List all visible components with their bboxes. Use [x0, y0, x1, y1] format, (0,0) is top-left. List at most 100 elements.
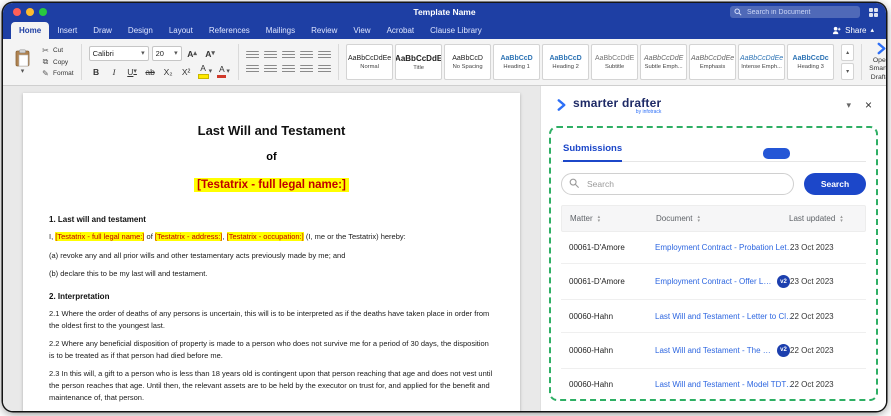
- style-subtitle[interactable]: AaBbCcDdESubtitle: [591, 44, 638, 80]
- sort-icon[interactable]: ▴▾: [598, 215, 601, 223]
- outdent-icon[interactable]: [300, 51, 313, 60]
- multilevel-list-icon[interactable]: [282, 51, 295, 60]
- date-cell: 23 Oct 2023: [790, 277, 858, 286]
- tab-draw[interactable]: Draw: [85, 22, 120, 39]
- document-page[interactable]: Last Will and Testament of [Testatrix - …: [23, 93, 520, 411]
- font-group: Calibri▾ 20▾ A▴ A▾ B I U▾ ab X₂ X² A▾ A▾: [89, 46, 232, 78]
- gallery-down-button[interactable]: ▾: [841, 63, 854, 80]
- date-cell: 23 Oct 2023: [790, 243, 858, 252]
- underline-button[interactable]: U▾: [125, 65, 140, 78]
- table-row[interactable]: 00060-Hahn Last Will and Testament - Mod…: [561, 369, 866, 400]
- tab-references[interactable]: References: [201, 22, 258, 39]
- copy-button[interactable]: ⧉Copy: [41, 57, 74, 67]
- version-badge: v2: [777, 275, 790, 288]
- sort-icon[interactable]: ▴▾: [697, 215, 700, 223]
- align-right-icon[interactable]: [282, 65, 295, 74]
- tab-submissions[interactable]: Submissions: [563, 143, 622, 162]
- style-heading2[interactable]: AaBbCcDHeading 2: [542, 44, 589, 80]
- tab-view[interactable]: View: [345, 22, 378, 39]
- style-title[interactable]: AaBbCcDdETitle: [395, 44, 442, 80]
- indent-icon[interactable]: [318, 51, 331, 60]
- tab-review[interactable]: Review: [303, 22, 345, 39]
- style-no-spacing[interactable]: AaBbCcDNo Spacing: [444, 44, 491, 80]
- tab-home[interactable]: Home: [11, 22, 49, 39]
- smarter-drafter-panel: smarter drafter by infotrack ▾ × Submiss…: [540, 86, 886, 411]
- share-collapse-icon: ▴: [870, 27, 874, 34]
- tab-insert[interactable]: Insert: [49, 22, 85, 39]
- superscript-button[interactable]: X²: [179, 65, 194, 78]
- panel-close-icon[interactable]: ×: [865, 98, 872, 112]
- highlight-color-button[interactable]: A▾: [197, 65, 214, 78]
- tab-clause-library[interactable]: Clause Library: [422, 22, 490, 39]
- style-heading3[interactable]: AaBbCcDcHeading 3: [787, 44, 834, 80]
- brand-tagline: by infotrack: [573, 109, 661, 115]
- matter-cell: 00061-D'Amore: [569, 243, 655, 252]
- italic-button[interactable]: I: [107, 65, 122, 78]
- tab-mailings[interactable]: Mailings: [258, 22, 303, 39]
- style-normal[interactable]: AaBbCcDdEeNormal: [346, 44, 393, 80]
- gallery-up-button[interactable]: ▴: [841, 44, 854, 61]
- bullets-icon[interactable]: [246, 51, 259, 60]
- tab-design[interactable]: Design: [120, 22, 161, 39]
- document-search-input[interactable]: [745, 8, 856, 17]
- document-link[interactable]: Last Will and Testament - Model TDT Term…: [655, 380, 795, 389]
- ribbon-divider: [861, 44, 862, 80]
- submissions-search-box[interactable]: [561, 173, 794, 195]
- brush-icon: ✎: [41, 69, 50, 78]
- font-size-select[interactable]: 20▾: [152, 46, 182, 61]
- table-row[interactable]: 00060-Hahn Last Will and Testament - Let…: [561, 300, 866, 332]
- doc-title-of: of: [49, 151, 494, 163]
- doc-heading-1: 1. Last will and testament: [49, 215, 494, 224]
- brand-name: smarter drafter: [573, 96, 661, 110]
- strikethrough-button[interactable]: ab: [143, 65, 158, 78]
- line-spacing-icon[interactable]: [318, 65, 331, 74]
- style-subtle-emphasis[interactable]: AaBbCcDdESubtle Emph...: [640, 44, 687, 80]
- paragraph-group: [246, 51, 331, 74]
- justify-icon[interactable]: [300, 65, 313, 74]
- style-emphasis[interactable]: AaBbCcDdEeEmphasis: [689, 44, 736, 80]
- shrink-font-button[interactable]: A▾: [203, 47, 218, 60]
- font-family-select[interactable]: Calibri▾: [89, 46, 149, 61]
- header-matter[interactable]: Matter▴▾: [570, 214, 656, 223]
- style-heading1[interactable]: AaBbCcDHeading 1: [493, 44, 540, 80]
- font-color-button[interactable]: A▾: [216, 65, 231, 78]
- matter-cell: 00061-D'Amore: [569, 277, 655, 286]
- doc-paragraph-24: 2.4 Income produced by any gift after my…: [49, 410, 494, 411]
- subscript-button[interactable]: X₂: [161, 65, 176, 78]
- align-left-icon[interactable]: [246, 65, 259, 74]
- testatrix-name-field: [Testatrix - full legal name:]: [55, 232, 144, 241]
- panel-collapse-icon[interactable]: ▾: [846, 100, 851, 111]
- tab-layout[interactable]: Layout: [161, 22, 201, 39]
- header-last-updated[interactable]: Last updated▴▾: [789, 214, 857, 223]
- sort-icon[interactable]: ▴▾: [840, 215, 843, 223]
- doc-title: Last Will and Testament: [49, 123, 494, 138]
- share-button[interactable]: Share ▴: [832, 26, 874, 39]
- grow-font-button[interactable]: A▴: [185, 47, 200, 60]
- document-link[interactable]: Last Will and Testament - Letter to Clie…: [655, 312, 795, 321]
- table-row[interactable]: 00061-D'Amore Employment Contract - Offe…: [561, 264, 866, 300]
- bold-button[interactable]: B: [89, 65, 104, 78]
- document-search-box[interactable]: [730, 6, 860, 18]
- version-badge: v2: [777, 344, 790, 357]
- table-row[interactable]: 00060-Hahn Last Will and Testament - The…: [561, 333, 866, 369]
- table-row[interactable]: 00061-D'Amore Employment Contract - Prob…: [561, 232, 866, 264]
- apps-grid-icon[interactable]: [869, 8, 878, 17]
- search-button[interactable]: Search: [804, 173, 866, 195]
- doc-paragraph-22: 2.2 Where any beneficial disposition of …: [49, 338, 494, 361]
- align-center-icon[interactable]: [264, 65, 277, 74]
- numbering-icon[interactable]: [264, 51, 277, 60]
- format-painter-button[interactable]: ✎Format: [41, 69, 74, 78]
- document-link[interactable]: Employment Contract - Probation Lett...: [655, 243, 795, 252]
- open-smarter-drafter-button[interactable]: Open Smarter Drafter: [869, 42, 886, 82]
- tab-acrobat[interactable]: Acrobat: [379, 22, 423, 39]
- notification-badge[interactable]: [763, 148, 790, 159]
- document-link[interactable]: Employment Contract - Offer Letter: [655, 277, 773, 286]
- header-document[interactable]: Document▴▾: [656, 214, 789, 223]
- cut-button[interactable]: ✂Cut: [41, 46, 74, 55]
- style-intense-emphasis[interactable]: AaBbCcDdEeIntense Emph...: [738, 44, 785, 80]
- document-link[interactable]: Last Will and Testament - The Will: [655, 346, 773, 355]
- paste-button[interactable]: ▾: [11, 47, 34, 77]
- submissions-search-input[interactable]: [561, 173, 794, 195]
- paste-dropdown-icon: ▾: [21, 68, 25, 75]
- date-cell: 22 Oct 2023: [790, 312, 858, 321]
